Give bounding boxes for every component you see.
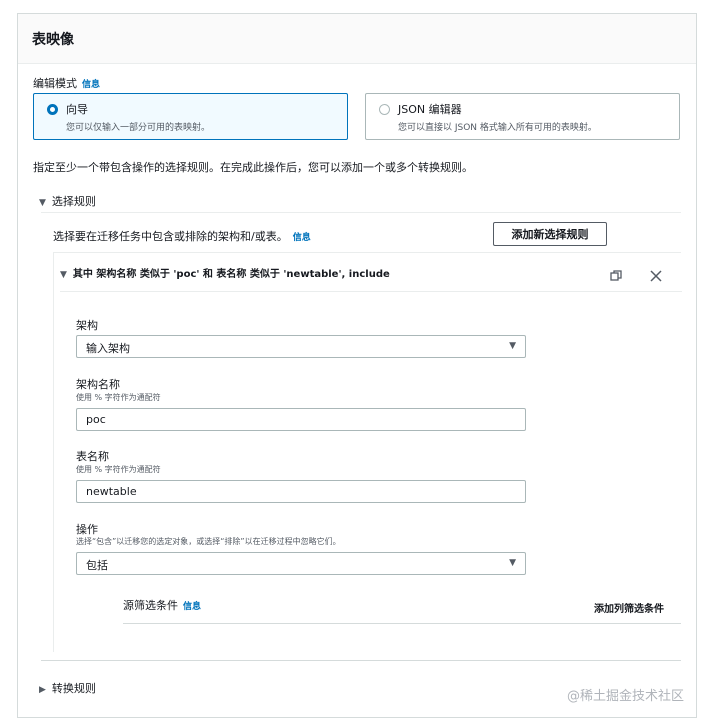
source-filter-title: 源筛选条件 xyxy=(123,599,178,612)
table-mapping-panel: 表映像 编辑模式 信息 向导 您可以仅输入一部分可用的表映射。 JSON 编辑器 … xyxy=(17,13,697,718)
add-selection-rule-button[interactable]: 添加新选择规则 xyxy=(493,222,607,246)
divider xyxy=(41,212,681,213)
mode-option-json-desc: 您可以直接以 JSON 格式输入所有可用的表映射。 xyxy=(398,123,597,133)
caret-down-icon: ▼ xyxy=(39,198,46,208)
caret-down-icon: ▼ xyxy=(60,270,67,280)
caret-down-icon: ▼ xyxy=(509,341,516,351)
edit-mode-info-link[interactable]: 信息 xyxy=(82,80,100,90)
schema-name-value: poc xyxy=(86,413,106,426)
divider xyxy=(41,660,681,661)
edit-mode-label: 编辑模式 信息 xyxy=(33,75,100,91)
panel-header: 表映像 xyxy=(18,14,696,64)
action-hint: 选择“包含”以迁移您的选定对象，或选择“排除”以在迁移过程中忽略它们。 xyxy=(76,537,341,546)
selection-rules-toggle[interactable]: ▼ 选择规则 xyxy=(39,193,96,209)
source-filter-info-link[interactable]: 信息 xyxy=(183,602,201,612)
selection-rules-desc-text: 选择要在迁移任务中包含或排除的架构和/或表。 xyxy=(53,230,288,243)
close-icon[interactable] xyxy=(650,267,666,283)
schema-name-label: 架构名称 xyxy=(76,378,120,391)
transformation-rules-heading: 转换规则 xyxy=(51,682,96,695)
panel-title: 表映像 xyxy=(32,32,74,48)
divider xyxy=(60,291,682,292)
action-select-value: 包括 xyxy=(86,559,108,572)
table-name-value: newtable xyxy=(86,485,137,498)
mode-option-wizard-title: 向导 xyxy=(66,103,88,116)
action-label: 操作 xyxy=(76,523,98,536)
radio-json[interactable] xyxy=(379,104,390,115)
schema-select[interactable]: 输入架构 ▼ xyxy=(76,335,526,358)
mode-option-json[interactable]: JSON 编辑器 您可以直接以 JSON 格式输入所有可用的表映射。 xyxy=(365,93,680,140)
selection-rules-info-link[interactable]: 信息 xyxy=(293,233,311,243)
source-filter-section: 源筛选条件 信息 添加列筛选条件 xyxy=(123,586,681,624)
table-name-input[interactable]: newtable xyxy=(76,480,526,503)
watermark: @稀土掘金技术社区 xyxy=(567,689,685,704)
radio-wizard[interactable] xyxy=(47,104,58,115)
schema-name-input[interactable]: poc xyxy=(76,408,526,431)
copy-icon[interactable] xyxy=(610,267,626,283)
mode-option-json-title: JSON 编辑器 xyxy=(398,103,462,116)
schema-name-hint: 使用 % 字符作为通配符 xyxy=(76,393,161,402)
rule-summary-toggle[interactable]: ▼ 其中 架构名称 类似于 'poc' 和 表名称 类似于 'newtable',… xyxy=(60,265,390,280)
caret-down-icon: ▼ xyxy=(509,558,516,568)
schema-select-value: 输入架构 xyxy=(86,342,130,355)
table-name-hint: 使用 % 字符作为通配符 xyxy=(76,465,161,474)
source-filter-title-row: 源筛选条件 信息 xyxy=(123,597,201,613)
selection-rules-desc: 选择要在迁移任务中包含或排除的架构和/或表。 信息 xyxy=(53,228,311,244)
table-name-label: 表名称 xyxy=(76,450,109,463)
transformation-rules-toggle[interactable]: ▶ 转换规则 xyxy=(39,680,96,696)
rule-summary: 其中 架构名称 类似于 'poc' 和 表名称 类似于 'newtable', … xyxy=(72,269,390,280)
edit-mode-label-text: 编辑模式 xyxy=(33,77,77,90)
add-column-filter-button[interactable]: 添加列筛选条件 xyxy=(594,600,664,615)
caret-right-icon: ▶ xyxy=(39,685,46,695)
selection-rules-heading: 选择规则 xyxy=(51,195,96,208)
mode-option-wizard[interactable]: 向导 您可以仅输入一部分可用的表映射。 xyxy=(33,93,348,140)
action-select[interactable]: 包括 ▼ xyxy=(76,552,526,575)
instruction-text: 指定至少一个带包含操作的选择规则。在完成此操作后，您可以添加一个或多个转换规则。 xyxy=(33,161,473,174)
mode-option-wizard-desc: 您可以仅输入一部分可用的表映射。 xyxy=(66,123,211,133)
schema-label: 架构 xyxy=(76,319,98,332)
